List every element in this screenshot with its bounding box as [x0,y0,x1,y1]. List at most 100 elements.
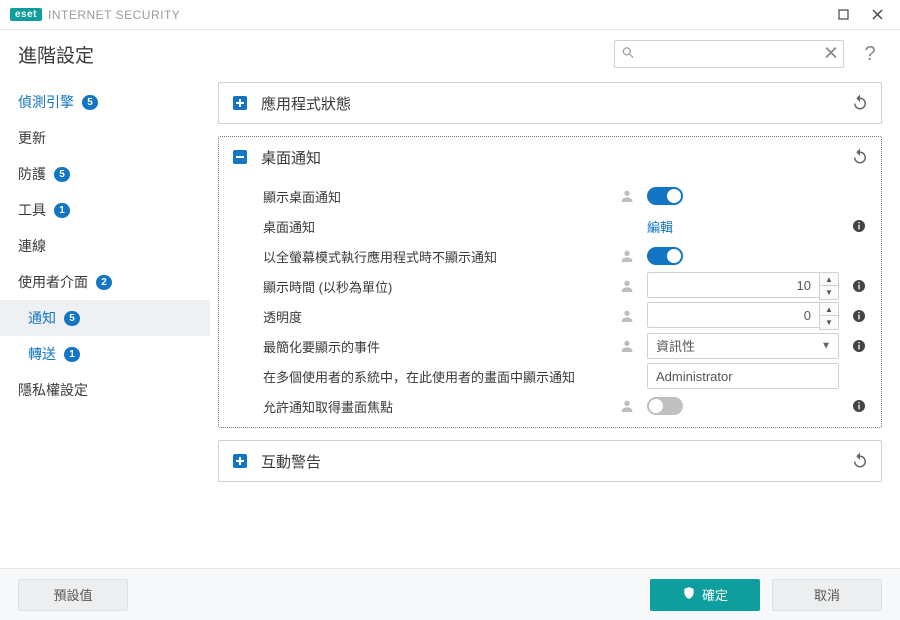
row-label: 在多個使用者的系統中，在此使用者的畫面中顯示通知 [263,367,607,386]
sidebar-item-detection-engine[interactable]: 偵測引擎 5 [0,84,210,120]
sidebar-badge: 1 [64,347,80,362]
search-clear-icon[interactable] [825,47,837,62]
sidebar-item-ui[interactable]: 使用者介面 2 [0,264,210,300]
sidebar-badge: 2 [96,275,112,290]
row-label: 顯示桌面通知 [263,187,607,206]
lock-icon [619,278,635,294]
multiuser-input[interactable] [647,363,839,389]
spin-down-button[interactable]: ▼ [820,286,838,299]
expand-icon [231,452,249,470]
sidebar-item-tools[interactable]: 工具 1 [0,192,210,228]
row-fullscreen-suppress: 以全螢幕模式執行應用程式時不顯示通知 [219,241,881,271]
cancel-button[interactable]: 取消 [772,579,882,611]
sidebar-badge: 5 [64,311,80,326]
revert-icon[interactable] [851,147,869,168]
lock-icon [619,248,635,264]
toggle-show-desktop-notify[interactable] [647,187,683,205]
sidebar-item-label: 使用者介面 [18,272,88,292]
footer: 預設值 確定 取消 [0,568,900,620]
subheader: 進階設定 ? [0,30,900,78]
row-allow-focus: 允許通知取得畫面焦點 [219,391,881,421]
spin-down-button[interactable]: ▼ [820,316,838,329]
sidebar-item-notifications[interactable]: 通知 5 [0,300,210,336]
edit-link[interactable]: 編輯 [647,217,673,236]
page-title: 進階設定 [18,41,94,68]
display-duration-input[interactable] [647,272,819,298]
sidebar-item-label: 隱私權設定 [18,380,88,400]
row-display-duration: 顯示時間 (以秒為單位) ▲ ▼ [219,271,881,301]
button-label: 確定 [702,585,728,604]
info-icon[interactable] [851,338,867,354]
collapse-icon [231,148,249,166]
brand-name: INTERNET SECURITY [48,8,180,22]
lock-icon [619,398,635,414]
revert-icon[interactable] [851,451,869,472]
shield-icon [682,586,696,603]
sidebar-item-update[interactable]: 更新 [0,120,210,156]
sidebar-item-forward[interactable]: 轉送 1 [0,336,210,372]
button-label: 取消 [814,585,840,604]
section-desktop-notify: 桌面通知 顯示桌面通知 [218,136,882,428]
spin-up-button[interactable]: ▲ [820,303,838,316]
row-label: 透明度 [263,307,607,326]
row-multiuser: 在多個使用者的系統中，在此使用者的畫面中顯示通知 [219,361,881,391]
main-panel: 應用程式狀態 桌面通知 顯示 [210,78,900,568]
toggle-fullscreen-suppress[interactable] [647,247,683,265]
row-label: 桌面通知 [263,217,607,236]
defaults-button[interactable]: 預設值 [18,579,128,611]
section-header-desktop-notify[interactable]: 桌面通知 [219,137,881,177]
info-icon[interactable] [851,218,867,234]
sidebar-badge: 5 [82,95,98,110]
section-app-status: 應用程式狀態 [218,82,882,124]
min-event-select[interactable]: 資訊性 [647,333,839,359]
section-title: 應用程式狀態 [261,93,351,114]
sidebar-badge: 1 [54,203,70,218]
sidebar-item-label: 通知 [28,308,56,328]
sidebar: 偵測引擎 5 更新 防護 5 工具 1 連線 使用者介面 2 通知 5 轉送 1 [0,78,210,568]
info-icon[interactable] [851,308,867,324]
sidebar-item-label: 更新 [18,128,46,148]
row-desktop-notify-edit: 桌面通知 編輯 [219,211,881,241]
section-title: 互動警告 [261,451,321,472]
info-icon[interactable] [851,398,867,414]
section-header-app-status[interactable]: 應用程式狀態 [219,83,881,123]
window-close-button[interactable] [860,2,894,28]
sidebar-item-protection[interactable]: 防護 5 [0,156,210,192]
search-box [614,40,844,68]
lock-icon [619,338,635,354]
titlebar: eset INTERNET SECURITY [0,0,900,30]
help-button[interactable]: ? [858,43,882,66]
row-label: 顯示時間 (以秒為單位) [263,277,607,296]
sidebar-item-label: 連線 [18,236,46,256]
row-min-event: 最簡化要顯示的事件 資訊性 ▼ [219,331,881,361]
button-label: 預設值 [53,585,92,604]
row-label: 以全螢幕模式執行應用程式時不顯示通知 [263,247,607,266]
search-input[interactable] [614,40,844,68]
sidebar-item-label: 轉送 [28,344,56,364]
sidebar-badge: 5 [54,167,70,182]
search-icon [621,46,635,63]
lock-icon [619,188,635,204]
section-title: 桌面通知 [261,147,321,168]
sidebar-item-connection[interactable]: 連線 [0,228,210,264]
sidebar-item-label: 防護 [18,164,46,184]
ok-button[interactable]: 確定 [650,579,760,611]
brand-badge: eset [10,8,42,21]
section-interactive-alerts: 互動警告 [218,440,882,482]
expand-icon [231,94,249,112]
revert-icon[interactable] [851,93,869,114]
section-header-interactive-alerts[interactable]: 互動警告 [219,441,881,481]
spin-up-button[interactable]: ▲ [820,273,838,286]
lock-icon [619,308,635,324]
row-label: 允許通知取得畫面焦點 [263,397,607,416]
sidebar-item-label: 偵測引擎 [18,92,74,112]
row-show-desktop-notify: 顯示桌面通知 [219,181,881,211]
row-opacity: 透明度 ▲ ▼ [219,301,881,331]
row-label: 最簡化要顯示的事件 [263,337,607,356]
opacity-input[interactable] [647,302,819,328]
info-icon[interactable] [851,278,867,294]
window-maximize-button[interactable] [826,2,860,28]
sidebar-item-privacy[interactable]: 隱私權設定 [0,372,210,408]
toggle-allow-focus[interactable] [647,397,683,415]
sidebar-item-label: 工具 [18,200,46,220]
